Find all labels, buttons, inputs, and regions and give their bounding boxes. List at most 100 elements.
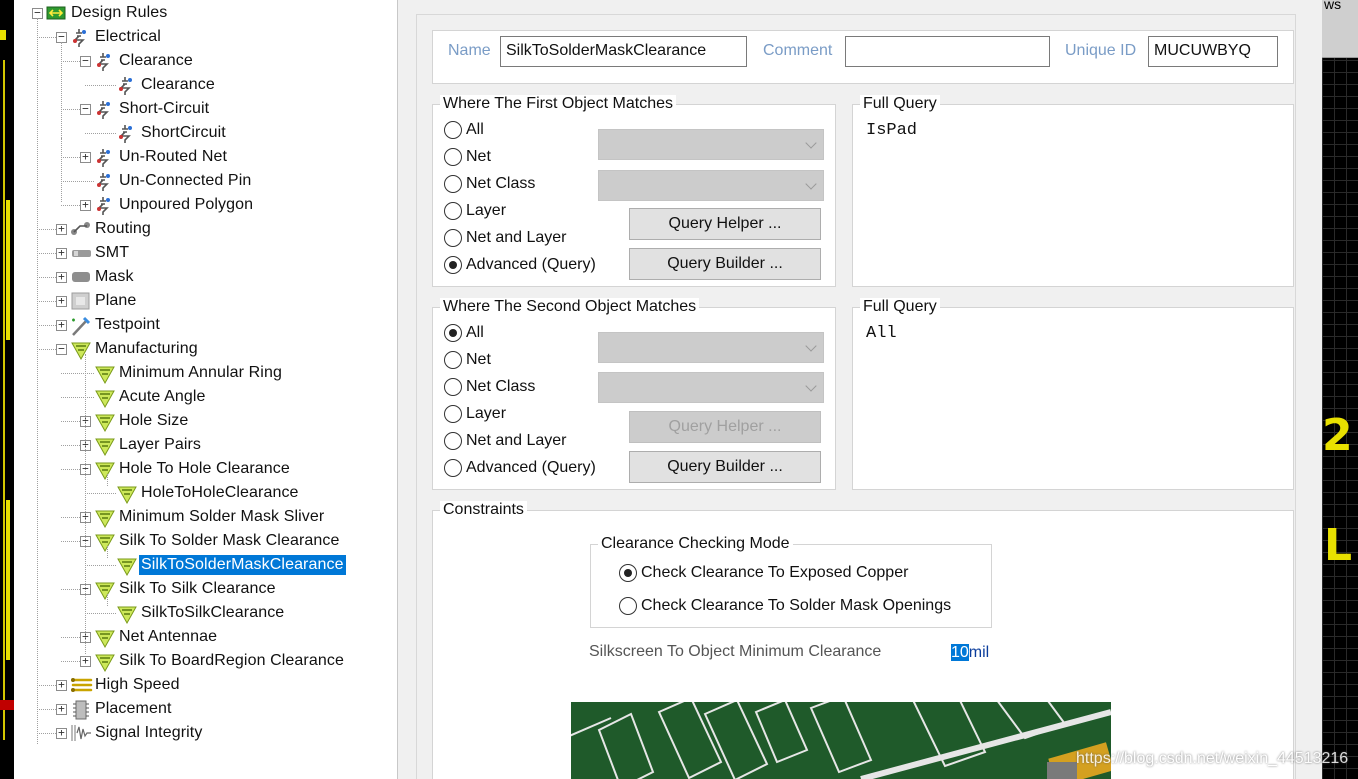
tree-item-electrical[interactable]: − Electrical (56, 26, 163, 48)
tree-item-un-connected-pin[interactable]: Un-Connected Pin (94, 170, 253, 192)
second-radio-layer[interactable]: Layer (444, 405, 506, 423)
expand-icon[interactable]: + (56, 223, 67, 235)
tree-item-clearance[interactable]: Clearance (116, 74, 217, 96)
first-radio-advanced-query[interactable]: Advanced (Query) (444, 256, 596, 274)
first-radio-net-and-layer[interactable]: Net and Layer (444, 229, 567, 247)
expand-icon[interactable]: + (56, 727, 67, 739)
tree-item-signal-integrity[interactable]: + Signal Integrity (56, 722, 204, 744)
second-radio-all[interactable]: All (444, 324, 484, 342)
expand-icon[interactable]: + (80, 655, 91, 667)
radio-circle-icon[interactable] (444, 202, 462, 220)
expand-icon[interactable]: + (56, 295, 67, 307)
collapse-icon[interactable]: − (80, 103, 91, 115)
first-query-builder-button[interactable]: Query Builder ... (629, 248, 821, 280)
tree-item-layer-pairs[interactable]: + Layer Pairs (80, 434, 203, 457)
tree-item-hole-size[interactable]: + Hole Size (80, 410, 190, 433)
expand-icon[interactable]: + (56, 679, 67, 691)
checking-mode-radio-0[interactable]: Check Clearance To Exposed Copper (619, 564, 908, 582)
comment-field[interactable] (845, 36, 1050, 67)
electrical-rule-icon (116, 124, 136, 143)
radio-circle-icon[interactable] (444, 256, 462, 274)
second-radio-advanced-query[interactable]: Advanced (Query) (444, 459, 596, 477)
tree-item-smt[interactable]: + SMT (56, 242, 131, 264)
expand-icon[interactable]: + (80, 151, 91, 163)
second-radio-net[interactable]: Net (444, 351, 491, 369)
unique-id-field[interactable]: MUCUWBYQ (1148, 36, 1278, 67)
tree-item-un-routed-net[interactable]: + Un-Routed Net (80, 146, 229, 168)
collapse-icon[interactable]: − (80, 55, 91, 67)
checking-mode-radio-1[interactable]: Check Clearance To Solder Mask Openings (619, 597, 951, 615)
tree-item-minimum-solder-mask-sliver[interactable]: + Minimum Solder Mask Sliver (80, 506, 326, 529)
first-query-helper-button[interactable]: Query Helper ... (629, 208, 821, 240)
pcb-silk-glyph-l: L (1324, 520, 1353, 571)
expand-icon[interactable]: + (56, 703, 67, 715)
second-query-builder-button[interactable]: Query Builder ... (629, 451, 821, 483)
tree-item-plane[interactable]: + Plane (56, 290, 138, 312)
tree-item-silk-to-boardregion-clearance[interactable]: + Silk To BoardRegion Clearance (80, 650, 346, 673)
expand-icon[interactable]: + (56, 247, 67, 259)
expand-icon[interactable]: + (56, 319, 67, 331)
expand-icon[interactable]: + (56, 271, 67, 283)
mask-icon (70, 268, 90, 286)
tree-item-manufacturing[interactable]: − Manufacturing (56, 338, 200, 361)
name-field[interactable]: SilkToSolderMaskClearance (500, 36, 747, 67)
tree-connector (61, 517, 80, 518)
collapse-icon[interactable]: − (56, 31, 67, 43)
tree-item-unpoured-polygon[interactable]: + Unpoured Polygon (80, 194, 255, 216)
tree-item-silktosoldermaskclearance[interactable]: SilkToSolderMaskClearance (116, 554, 346, 577)
first-radio-all[interactable]: All (444, 121, 484, 139)
tree-item-high-speed[interactable]: + High Speed (56, 674, 182, 696)
radio-circle-icon[interactable] (444, 432, 462, 450)
tree-item-routing[interactable]: + Routing (56, 218, 153, 240)
second-radio-net-class[interactable]: Net Class (444, 378, 535, 396)
tree-item-acute-angle[interactable]: Acute Angle (94, 386, 208, 409)
radio-circle-icon[interactable] (619, 597, 637, 615)
min-clearance-field[interactable]: 10mil (951, 644, 989, 662)
tree-item-label: Silk To Solder Mask Clearance (119, 532, 340, 549)
radio-circle-icon[interactable] (619, 564, 637, 582)
manufacturing-icon (116, 556, 137, 577)
watermark-text: https://blog.csdn.net/weixin_44513216 (1076, 750, 1349, 767)
tree-item-silk-to-silk-clearance[interactable]: − Silk To Silk Clearance (80, 578, 278, 601)
first-radio-net-class[interactable]: Net Class (444, 175, 535, 193)
pcb-canvas-left (0, 0, 14, 779)
tree-connector (37, 277, 56, 278)
tree-item-label: Un-Routed Net (119, 148, 228, 165)
electrical-rule-icon (94, 172, 114, 191)
tree-item-testpoint[interactable]: + Testpoint (56, 314, 162, 336)
tree-item-placement[interactable]: + Placement (56, 698, 174, 720)
radio-circle-icon[interactable] (444, 459, 462, 477)
radio-circle-icon[interactable] (444, 121, 462, 139)
radio-circle-icon[interactable] (444, 229, 462, 247)
tree-item-hole-to-hole-clearance[interactable]: − Hole To Hole Clearance (80, 458, 292, 481)
second-full-query-group (852, 307, 1294, 490)
manufacturing-icon (116, 484, 137, 505)
second-radio-net-and-layer[interactable]: Net and Layer (444, 432, 567, 450)
tree-connector (37, 349, 56, 350)
checking-mode-group (590, 544, 992, 628)
tree-item-short-circuit[interactable]: − Short-Circuit (80, 98, 211, 120)
tree-item-mask[interactable]: + Mask (56, 266, 136, 288)
radio-circle-icon[interactable] (444, 405, 462, 423)
first-radio-net[interactable]: Net (444, 148, 491, 166)
tree-connector (61, 397, 94, 398)
tree-item-clearance[interactable]: − Clearance (80, 50, 195, 72)
tree-item-silk-to-solder-mask-clearance[interactable]: − Silk To Solder Mask Clearance (80, 530, 341, 553)
expand-icon[interactable]: + (80, 199, 91, 211)
second-net-combo (598, 332, 824, 363)
collapse-icon[interactable]: − (32, 7, 43, 19)
collapse-icon[interactable]: − (56, 343, 67, 355)
tree-item-silktosilkclearance[interactable]: SilkToSilkClearance (116, 602, 286, 625)
first-radio-layer[interactable]: Layer (444, 202, 506, 220)
tree-item-net-antennae[interactable]: + Net Antennae (80, 626, 219, 649)
tree-item-design-rules[interactable]: − Design Rules (32, 2, 169, 24)
radio-circle-icon[interactable] (444, 324, 462, 342)
tree-item-holetoholeclearance[interactable]: HoleToHoleClearance (116, 482, 301, 505)
tree-item-shortcircuit[interactable]: ShortCircuit (116, 122, 228, 144)
radio-circle-icon[interactable] (444, 378, 462, 396)
radio-circle-icon[interactable] (444, 175, 462, 193)
radio-circle-icon[interactable] (444, 351, 462, 369)
radio-circle-icon[interactable] (444, 148, 462, 166)
tree-item-minimum-annular-ring[interactable]: Minimum Annular Ring (94, 362, 284, 385)
rules-tree[interactable]: − Design Rules − Electrical − Clearance Cleara… (14, 0, 398, 779)
